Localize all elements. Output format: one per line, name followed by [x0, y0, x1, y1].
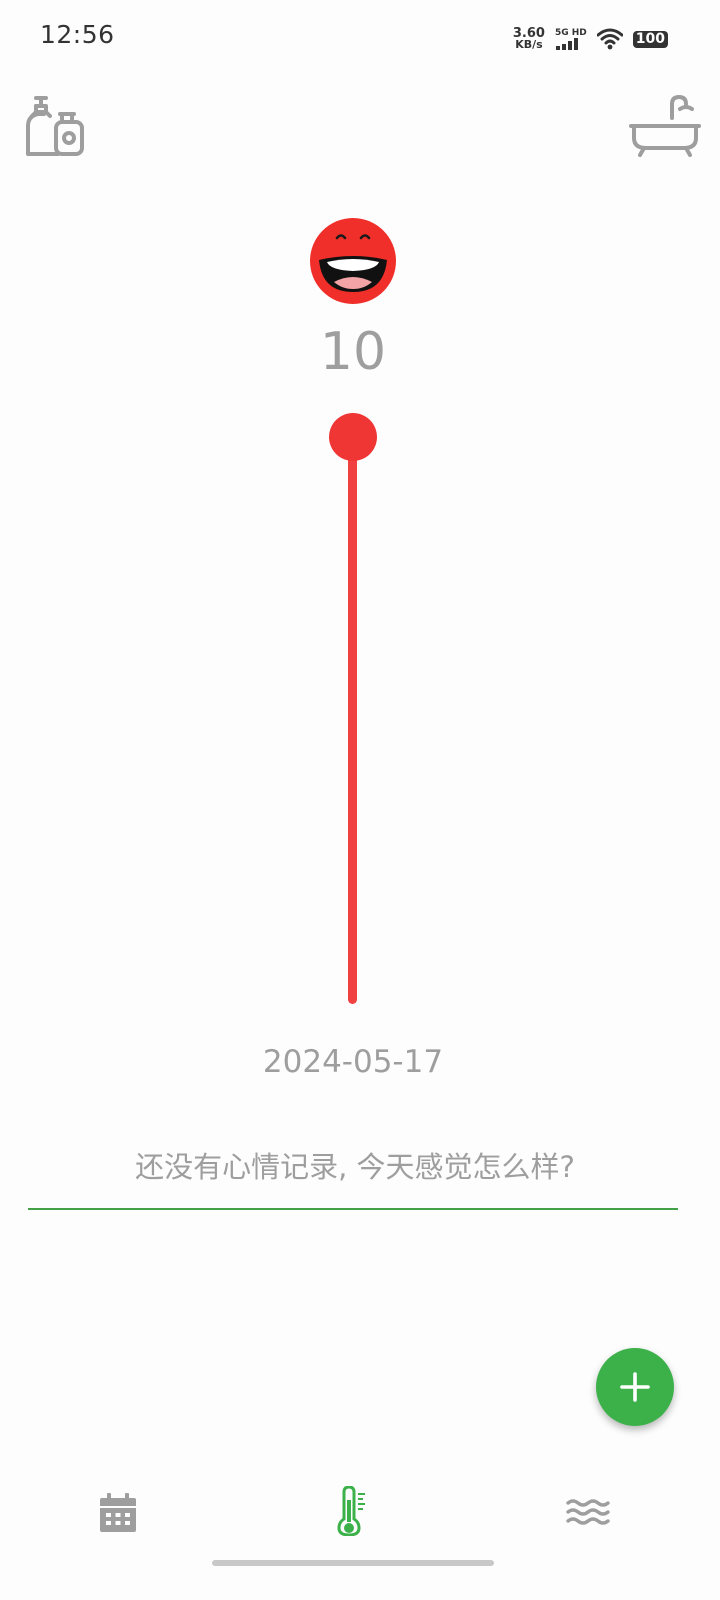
- cell-signal: 5G HD: [555, 28, 587, 50]
- status-time: 12:56: [40, 20, 115, 49]
- thermometer-icon[interactable]: [334, 1486, 370, 1536]
- wifi-icon: [596, 28, 623, 50]
- toiletries-icon[interactable]: [24, 96, 86, 158]
- calendar-icon[interactable]: [98, 1492, 138, 1534]
- status-icons: 3.60 KB/s 5G HD 100: [513, 24, 668, 54]
- network-speed-unit: KB/s: [515, 38, 543, 51]
- mood-screen: 12:56 3.60 KB/s 5G HD 100 10 2024-05-17 …: [0, 0, 720, 1600]
- record-date[interactable]: 2024-05-17: [0, 1044, 706, 1080]
- signal-label: 5G HD: [554, 28, 587, 38]
- mood-slider-thumb[interactable]: [329, 413, 377, 461]
- mood-note-input[interactable]: [28, 1136, 682, 1198]
- laughing-face-icon: [310, 218, 396, 304]
- battery-level: 100: [632, 30, 668, 48]
- home-indicator[interactable]: [212, 1560, 494, 1566]
- mood-slider-track[interactable]: [348, 436, 357, 1004]
- bathtub-icon[interactable]: [628, 94, 702, 158]
- mood-score: 10: [319, 322, 387, 382]
- mood-note-field[interactable]: [28, 1136, 682, 1210]
- waves-icon[interactable]: [566, 1498, 610, 1530]
- mood-slider[interactable]: [328, 412, 378, 1004]
- signal-bars-icon: [555, 38, 578, 50]
- plus-icon: [620, 1372, 650, 1402]
- add-record-button[interactable]: [596, 1348, 674, 1426]
- network-speed: 3.60 KB/s: [513, 27, 545, 51]
